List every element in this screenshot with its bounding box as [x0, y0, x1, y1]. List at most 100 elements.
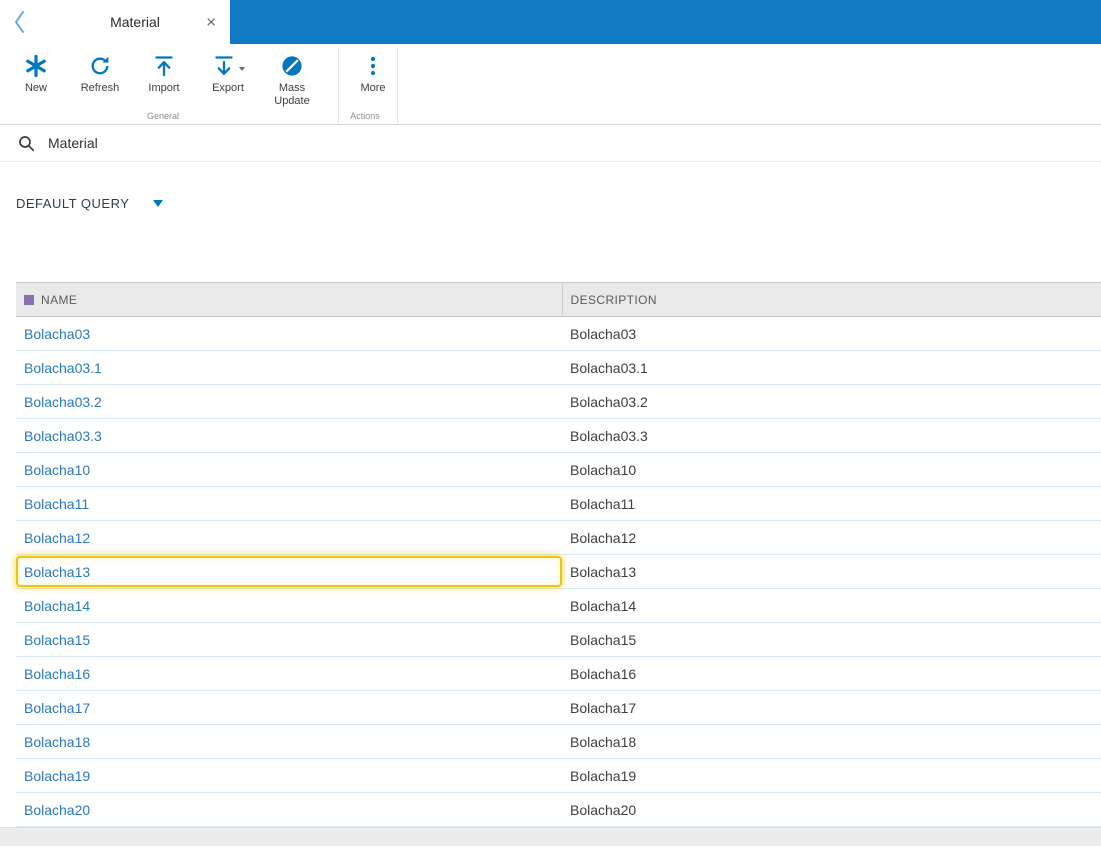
description-cell: Bolacha17 [562, 690, 1101, 725]
description-cell: Bolacha15 [562, 622, 1101, 657]
table-row: Bolacha03.2 Bolacha03.2 [16, 384, 1101, 419]
refresh-button[interactable]: Refresh [72, 49, 128, 95]
column-header-name[interactable]: NAME [16, 282, 563, 317]
description-cell: Bolacha19 [562, 758, 1101, 793]
toolbar-group-label-actions: Actions [350, 111, 380, 121]
name-cell: Bolacha17 [16, 690, 562, 725]
table-body: Bolacha03 Bolacha03 Bolacha03.1 Bolacha0… [16, 316, 1101, 827]
material-name-link[interactable]: Bolacha16 [24, 666, 90, 682]
table-row: Bolacha15 Bolacha15 [16, 622, 1101, 657]
description-cell: Bolacha03 [562, 316, 1101, 351]
name-cell: Bolacha13 [16, 554, 562, 589]
material-name-link[interactable]: Bolacha11 [24, 496, 89, 512]
material-name-link[interactable]: Bolacha14 [24, 598, 90, 614]
table-row: Bolacha03.3 Bolacha03.3 [16, 418, 1101, 453]
name-cell: Bolacha20 [16, 792, 562, 827]
name-cell: Bolacha03.1 [16, 350, 562, 385]
material-name-link[interactable]: Bolacha18 [24, 734, 90, 750]
table-row: Bolacha10 Bolacha10 [16, 452, 1101, 487]
tab-bar: Material × [0, 0, 1101, 44]
material-name-link[interactable]: Bolacha03.3 [24, 428, 102, 444]
table-row: Bolacha14 Bolacha14 [16, 588, 1101, 623]
table-row: Bolacha13 Bolacha13 [16, 554, 1101, 589]
material-name-link[interactable]: Bolacha17 [24, 700, 90, 716]
query-selector-label: DEFAULT QUERY [16, 196, 130, 211]
search-input[interactable]: Material [0, 125, 1101, 162]
material-name-link[interactable]: Bolacha10 [24, 462, 90, 478]
description-cell: Bolacha10 [562, 452, 1101, 487]
query-selector[interactable]: DEFAULT QUERY [0, 162, 164, 211]
table-row: Bolacha03 Bolacha03 [16, 316, 1101, 351]
back-button[interactable] [0, 0, 40, 44]
material-name-link[interactable]: Bolacha13 [24, 564, 90, 580]
name-cell: Bolacha14 [16, 588, 562, 623]
description-cell: Bolacha03.1 [562, 350, 1101, 385]
name-cell: Bolacha19 [16, 758, 562, 793]
table-row: Bolacha18 Bolacha18 [16, 724, 1101, 759]
description-cell: Bolacha14 [562, 588, 1101, 623]
name-cell: Bolacha11 [16, 486, 562, 521]
column-header-description[interactable]: DESCRIPTION [562, 282, 1101, 317]
export-icon [212, 54, 236, 78]
name-cell: Bolacha15 [16, 622, 562, 657]
table-row: Bolacha17 Bolacha17 [16, 690, 1101, 725]
name-cell: Bolacha10 [16, 452, 562, 487]
chevron-down-icon [153, 200, 164, 207]
more-button[interactable]: More [345, 49, 401, 95]
material-name-link[interactable]: Bolacha19 [24, 768, 90, 784]
table-header-row: NAME DESCRIPTION [16, 282, 1101, 317]
table-row: Bolacha12 Bolacha12 [16, 520, 1101, 555]
material-name-link[interactable]: Bolacha15 [24, 632, 90, 648]
import-icon [152, 53, 176, 79]
import-button[interactable]: Import [136, 49, 192, 95]
refresh-icon [88, 53, 112, 79]
name-cell: Bolacha03.3 [16, 418, 562, 453]
column-marker-icon [24, 294, 34, 305]
description-cell: Bolacha12 [562, 520, 1101, 555]
column-header-description-label: DESCRIPTION [570, 292, 657, 307]
new-asterisk-icon [24, 53, 48, 79]
new-button[interactable]: New [8, 49, 64, 95]
name-cell: Bolacha03.2 [16, 384, 562, 419]
horizontal-scrollbar-track[interactable] [0, 827, 1101, 846]
export-dropdown-caret-icon [238, 66, 245, 71]
toolbar-group-divider [338, 48, 339, 124]
table-row: Bolacha19 Bolacha19 [16, 758, 1101, 793]
description-cell: Bolacha16 [562, 656, 1101, 691]
description-cell: Bolacha11 [562, 486, 1101, 521]
material-name-link[interactable]: Bolacha12 [24, 530, 90, 546]
description-cell: Bolacha03.2 [562, 384, 1101, 419]
export-button-label: Export [212, 82, 244, 94]
column-header-name-label: NAME [41, 292, 78, 307]
table-row: Bolacha11 Bolacha11 [16, 486, 1101, 521]
search-value: Material [48, 135, 98, 151]
tab-close-icon[interactable]: × [202, 14, 220, 31]
search-icon [18, 135, 35, 152]
description-cell: Bolacha18 [562, 724, 1101, 759]
name-cell: Bolacha18 [16, 724, 562, 759]
mass-update-button-label: Mass Update [274, 82, 310, 108]
top-bar-fill [230, 0, 1101, 44]
back-chevron-icon [13, 9, 27, 35]
material-name-link[interactable]: Bolacha03.2 [24, 394, 102, 410]
toolbar-group-label-general: General [146, 111, 180, 121]
description-cell: Bolacha03.3 [562, 418, 1101, 453]
name-cell: Bolacha16 [16, 656, 562, 691]
table-row: Bolacha03.1 Bolacha03.1 [16, 350, 1101, 385]
more-button-label: More [360, 82, 386, 94]
table-row: Bolacha20 Bolacha20 [16, 792, 1101, 827]
more-ellipsis-icon [361, 53, 385, 79]
material-name-link[interactable]: Bolacha03.1 [24, 360, 102, 376]
tab-material[interactable]: Material × [40, 0, 230, 44]
new-button-label: New [24, 82, 47, 94]
toolbar-group-divider [397, 48, 398, 124]
material-name-link[interactable]: Bolacha20 [24, 802, 90, 818]
export-button[interactable]: Export [200, 49, 256, 95]
mass-update-button[interactable]: Mass Update [264, 49, 320, 108]
material-name-link[interactable]: Bolacha03 [24, 326, 90, 342]
mass-update-icon [280, 53, 304, 79]
description-cell: Bolacha13 [562, 554, 1101, 589]
name-cell: Bolacha12 [16, 520, 562, 555]
name-cell: Bolacha03 [16, 316, 562, 351]
import-button-label: Import [148, 82, 180, 94]
